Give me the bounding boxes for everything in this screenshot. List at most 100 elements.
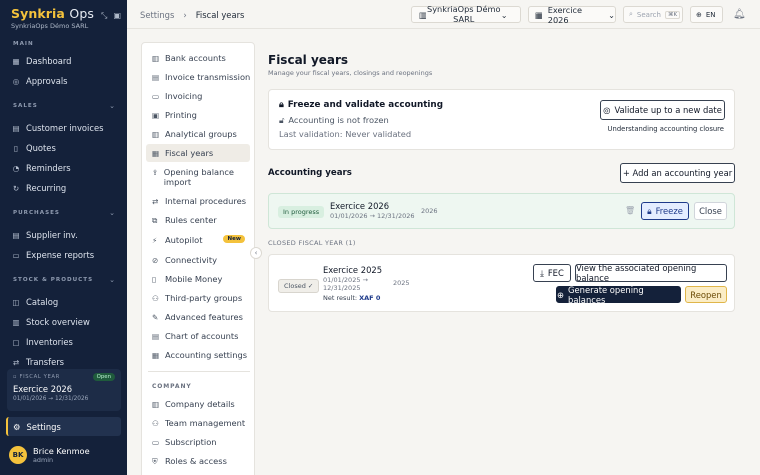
breadcrumb-settings[interactable]: Settings — [140, 10, 174, 20]
generate-opening-balances-button[interactable]: ⊕ Generate opening balances — [556, 285, 681, 305]
user-name: Brice Kenmoe — [33, 446, 90, 456]
year-name: Exercice 2026 — [547, 4, 583, 25]
calendar-icon: ▦ — [152, 149, 160, 158]
nav-expense-reports[interactable]: ▭ Expense reports — [12, 250, 94, 260]
page-title: Fiscal years — [268, 53, 349, 67]
last-validation: Last validation: Never validated — [279, 129, 412, 139]
freeze-button[interactable]: 🔒︎ Freeze — [641, 202, 689, 220]
chevron-down-icon[interactable]: ⌄ — [109, 102, 115, 110]
add-accounting-year-button[interactable]: + Add an accounting year — [620, 163, 735, 183]
settings-item-company-details[interactable]: ▥ Company details — [152, 399, 235, 409]
company-selector[interactable]: ▥ SynkriaOps Démo SARL ⌄ — [411, 4, 521, 23]
collapse-sidebar-icon[interactable]: ▣ — [113, 11, 121, 21]
collapse-menu-button[interactable]: ‹ — [250, 247, 262, 259]
settings-item-accounting-settings[interactable]: ▦ Accounting settings — [152, 350, 247, 360]
box-icon: ◫ — [12, 297, 20, 307]
settings-item-advanced-features[interactable]: ✎ Advanced features — [152, 312, 243, 322]
nav-inventories[interactable]: ▢ Inventories — [12, 337, 72, 347]
lock-icon: 🔒︎ — [279, 100, 284, 110]
settings-item-opening-balance-import[interactable]: ⇪ Opening balance import — [152, 167, 248, 187]
status-badge: Closed ✓ — [278, 279, 320, 293]
building-icon: ▥ — [152, 400, 160, 409]
language-code: EN — [705, 10, 716, 19]
users-icon: ⚇ — [152, 294, 159, 303]
chevron-down-icon[interactable]: ⌄ — [109, 276, 115, 284]
close-year-button[interactable]: Close — [694, 202, 727, 220]
trash-icon[interactable]: 🗑︎ — [625, 206, 635, 215]
bank-icon: ▥ — [152, 54, 160, 63]
nav-approvals[interactable]: ◎ Approvals — [12, 76, 68, 86]
nav-dashboard[interactable]: ▦ Dashboard — [12, 56, 71, 66]
settings-item-invoicing[interactable]: ▭ Invoicing — [152, 91, 202, 101]
nav-transfers[interactable]: ⇄ Transfers — [12, 357, 64, 367]
chevron-down-icon: ⌄ — [608, 9, 615, 20]
lock-icon: 🔒︎ — [647, 205, 652, 216]
settings-item-invoice-transmission[interactable]: ▤ Invoice transmission — [152, 72, 250, 82]
accounting-years-title: Accounting years — [268, 168, 352, 178]
settings-item-rules-center[interactable]: ⧉ Rules center — [152, 215, 217, 226]
settings-item-fiscal-years[interactable]: ▦ Fiscal years — [146, 144, 250, 162]
chevron-left-icon: ‹ — [254, 249, 258, 257]
reopen-button[interactable]: Reopen — [685, 286, 727, 303]
section-company-label: COMPANY — [152, 383, 192, 390]
closure-help-link[interactable]: Understanding accounting closure — [608, 125, 724, 133]
settings-item-third-party-groups[interactable]: ⚇ Third-party groups — [152, 293, 242, 303]
settings-item-subscription[interactable]: ▭ Subscription — [152, 437, 217, 447]
closed-year-row: Closed ✓ Exercice 2025 01/01/2025 → 12/3… — [268, 254, 735, 312]
settings-item-autopilot[interactable]: ⚡ Autopilot New — [152, 235, 245, 245]
nav-quotes[interactable]: ▯ Quotes — [12, 143, 56, 153]
page-subtitle: Manage your fiscal years, closings and r… — [268, 69, 433, 77]
year-dates: 01/01/2026 → 12/31/2026 — [330, 212, 415, 220]
freeze-status: 🔓︎ Accounting is not frozen — [279, 115, 389, 125]
settings-item-connectivity[interactable]: ⊘ Connectivity — [152, 255, 217, 265]
status-badge: In progress — [278, 206, 325, 218]
notifications-bell-icon[interactable]: 🔔︎ — [733, 9, 746, 20]
settings-item-team-management[interactable]: ⚇ Team management — [152, 418, 245, 428]
settings-item-mobile-money[interactable]: ▯ Mobile Money — [152, 274, 222, 284]
new-badge: New — [223, 235, 245, 243]
nav-settings[interactable]: ⚙ Settings — [6, 417, 121, 436]
link-icon: ⊘ — [152, 256, 159, 265]
year-code: 2026 — [421, 207, 438, 215]
fiscal-year-card[interactable]: ▫ FISCAL YEAR Open Exercice 2026 01/01/2… — [7, 369, 121, 411]
wallet-icon: ▭ — [12, 250, 20, 260]
nav-stock-overview[interactable]: ▥ Stock overview — [12, 317, 89, 327]
procedure-icon: ⇄ — [152, 197, 159, 206]
section-purchases-label: PURCHASES — [13, 210, 60, 216]
nav-catalog[interactable]: ◫ Catalog — [12, 297, 58, 307]
view-opening-balance-button[interactable]: View the associated opening balance — [575, 263, 727, 283]
section-sales-label: SALES — [13, 103, 38, 109]
settings-menu: ▥ Bank accounts ▤ Invoice transmission ▭ In… — [141, 42, 255, 475]
brand-logo[interactable]: Synkria Ops — [11, 6, 94, 21]
settings-item-roles-access[interactable]: ⛨ Roles & access — [152, 456, 227, 467]
fec-button[interactable]: ⤓ FEC — [533, 264, 571, 282]
receipt-icon: ▤ — [12, 230, 20, 240]
nav-customer-invoices[interactable]: ▤ Customer invoices — [12, 123, 103, 133]
divider — [148, 371, 250, 372]
user-menu[interactable]: BK Brice Kenmoe admin — [9, 446, 90, 464]
settings-item-analytical-groups[interactable]: ▥ Analytical groups — [152, 129, 237, 139]
nav-supplier-invoices[interactable]: ▤ Supplier inv. — [12, 230, 77, 240]
plus-circle-icon: ⊕ — [557, 289, 565, 300]
validate-button[interactable]: ◎ Validate up to a new date — [600, 100, 725, 120]
phone-icon: ▯ — [152, 275, 157, 284]
chart-icon: ▥ — [12, 317, 20, 327]
section-stock-label: STOCK & PRODUCTS — [13, 277, 94, 283]
search-input[interactable]: ⌕ Search ⌘K — [623, 6, 683, 23]
year-code: 2025 — [393, 279, 410, 287]
language-selector[interactable]: ⊕ EN — [690, 6, 723, 23]
wrench-icon: ✎ — [152, 313, 159, 322]
chevron-down-icon: ⌄ — [500, 9, 508, 20]
brand: Synkria Ops SynkriaOps Démo SARL — [11, 6, 94, 30]
building-icon: ▥ — [419, 9, 427, 20]
avatar: BK — [9, 446, 27, 464]
settings-item-printing[interactable]: ▣ Printing — [152, 110, 197, 120]
nav-reminders[interactable]: ◔ Reminders — [12, 163, 71, 173]
settings-item-chart-of-accounts[interactable]: ▤ Chart of accounts — [152, 331, 238, 341]
settings-item-internal-procedures[interactable]: ⇄ Internal procedures — [152, 196, 246, 206]
pin-icon[interactable]: ⤡ — [101, 11, 107, 21]
chevron-down-icon[interactable]: ⌄ — [109, 209, 115, 217]
year-selector[interactable]: ▦ Exercice 2026 ⌄ — [528, 4, 616, 25]
settings-item-bank-accounts[interactable]: ▥ Bank accounts — [152, 53, 226, 63]
nav-recurring[interactable]: ↻ Recurring — [12, 183, 66, 193]
